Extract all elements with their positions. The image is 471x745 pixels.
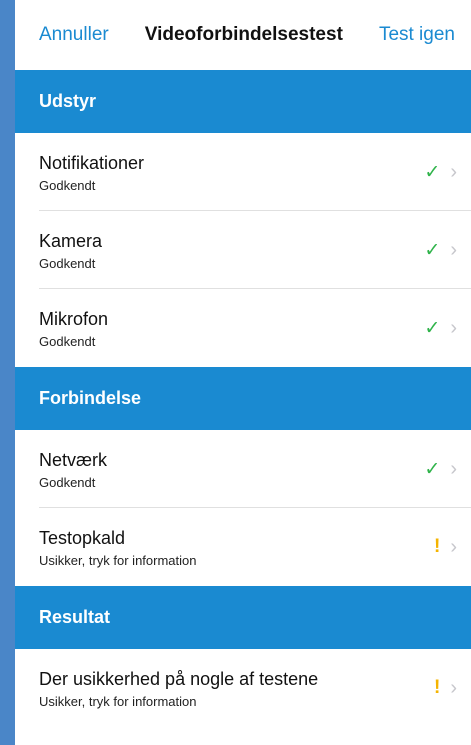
row-indicators: ✓ › xyxy=(424,458,457,481)
checkmark-icon: ✓ xyxy=(424,161,441,183)
cancel-button[interactable]: Annuller xyxy=(39,24,109,46)
row-test-call[interactable]: Testopkald Usikker, tryk for information… xyxy=(15,508,471,586)
row-status-text: Godkendt xyxy=(39,255,96,271)
row-camera[interactable]: Kamera Godkendt ✓ › xyxy=(15,211,471,289)
nav-bar: Annuller Videoforbindelsestest Test igen xyxy=(15,0,471,70)
checkmark-icon: ✓ xyxy=(424,239,441,261)
row-indicators: ✓ › xyxy=(424,161,457,184)
row-network[interactable]: Netværk Godkendt ✓ › xyxy=(15,430,471,508)
row-status-text: Usikker, tryk for information xyxy=(39,552,197,568)
chevron-right-icon: › xyxy=(450,316,457,339)
chevron-right-icon: › xyxy=(450,160,457,183)
row-microphone[interactable]: Mikrofon Godkendt ✓ › xyxy=(15,289,471,367)
warning-icon: ! xyxy=(434,536,441,557)
row-status-text: Usikker, tryk for information xyxy=(39,693,197,709)
row-status-text: Godkendt xyxy=(39,177,96,193)
row-status-text: Godkendt xyxy=(39,474,96,490)
page-title: Videoforbindelsestest xyxy=(144,24,343,45)
row-text: Mikrofon Godkendt xyxy=(39,308,108,349)
section-header-connection: Forbindelse xyxy=(15,367,471,430)
row-title: Mikrofon xyxy=(39,308,109,329)
app-screen: Annuller Videoforbindelsestest Test igen… xyxy=(15,0,471,745)
retry-button[interactable]: Test igen xyxy=(379,24,455,46)
chevron-right-icon: › xyxy=(450,676,457,699)
row-text: Testopkald Usikker, tryk for information xyxy=(39,527,197,568)
chevron-right-icon: › xyxy=(450,535,457,558)
row-text: Netværk Godkendt xyxy=(39,449,107,490)
row-title: Kamera xyxy=(39,230,103,251)
row-notifications[interactable]: Notifikationer Godkendt ✓ › xyxy=(15,133,471,211)
warning-icon: ! xyxy=(434,677,441,698)
row-indicators: ✓ › xyxy=(424,317,457,340)
chevron-right-icon: › xyxy=(450,457,457,480)
checkmark-icon: ✓ xyxy=(424,317,441,339)
row-text: Kamera Godkendt xyxy=(39,230,102,271)
row-indicators: ! › xyxy=(434,536,457,559)
section-header-equipment: Udstyr xyxy=(15,70,471,133)
row-title: Notifikationer xyxy=(39,152,145,173)
row-status-text: Godkendt xyxy=(39,333,96,349)
row-indicators: ✓ › xyxy=(424,239,457,262)
row-text: Notifikationer Godkendt xyxy=(39,152,144,193)
row-title: Netværk xyxy=(39,449,108,470)
checkmark-icon: ✓ xyxy=(424,458,441,480)
row-result-summary[interactable]: Der usikkerhed på nogle af testene Usikk… xyxy=(15,649,471,727)
section-header-result: Resultat xyxy=(15,586,471,649)
row-title: Testopkald xyxy=(39,527,126,548)
row-indicators: ! › xyxy=(434,677,457,700)
chevron-right-icon: › xyxy=(450,238,457,261)
row-title: Der usikkerhed på nogle af testene xyxy=(39,668,319,689)
row-text: Der usikkerhed på nogle af testene Usikk… xyxy=(39,668,318,709)
